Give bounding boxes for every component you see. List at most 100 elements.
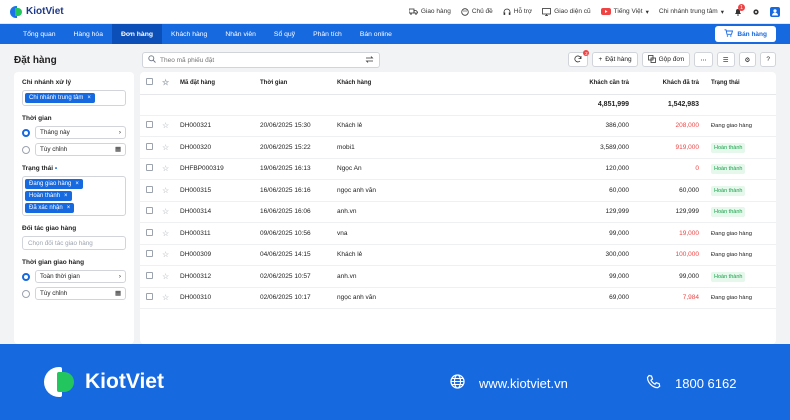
- col-customer[interactable]: Khách hàng: [337, 72, 447, 95]
- refresh-button[interactable]: 2: [568, 50, 590, 67]
- nav-item-analytics[interactable]: Phân tích: [304, 24, 351, 44]
- row-checkbox[interactable]: [146, 142, 153, 150]
- time-preset-radio[interactable]: [22, 128, 30, 137]
- table-row[interactable]: ☆ DH000321 20/06/2025 15:30 Khách lẻ 386,000…: [140, 115, 776, 137]
- time-custom-radio[interactable]: [22, 145, 30, 154]
- order-code[interactable]: DH000311: [180, 222, 260, 245]
- branch-select[interactable]: Chi nhánh trung tâm ▾: [659, 8, 724, 16]
- monitor-icon: [542, 7, 552, 16]
- sell-button[interactable]: Bán hàng: [715, 26, 776, 42]
- language-select[interactable]: Tiếng Việt ▾: [600, 8, 649, 16]
- delivery-preset-select[interactable]: Toàn thời gian ›: [35, 270, 126, 283]
- star-icon[interactable]: ☆: [162, 250, 169, 259]
- row-checkbox[interactable]: [146, 271, 153, 279]
- order-code[interactable]: DH000310: [180, 287, 260, 309]
- row-checkbox[interactable]: [146, 293, 153, 301]
- star-icon[interactable]: ☆: [162, 293, 169, 302]
- star-icon[interactable]: ☆: [162, 186, 169, 195]
- merge-order-button[interactable]: Gộp đơn: [641, 52, 691, 67]
- nav-item-cashbook[interactable]: Sổ quỹ: [265, 24, 304, 44]
- close-icon[interactable]: ×: [67, 205, 71, 211]
- nav-item-overview[interactable]: Tổng quan: [14, 24, 65, 44]
- old-ui-link[interactable]: Giao diện cũ: [542, 7, 591, 16]
- time-custom-picker[interactable]: Tùy chỉnh ▦: [35, 143, 126, 156]
- footer-phone[interactable]: 1800 6162: [646, 374, 736, 392]
- row-checkbox[interactable]: [146, 207, 153, 215]
- order-code[interactable]: DH000320: [180, 136, 260, 159]
- columns-button[interactable]: ☰: [716, 52, 735, 67]
- star-icon[interactable]: ☆: [162, 78, 169, 87]
- partner-input[interactable]: Chọn đối tác giao hàng: [22, 236, 126, 250]
- add-order-button[interactable]: + Đặt hàng: [592, 52, 638, 67]
- table-row[interactable]: ☆ DH000310 02/06/2025 10:17 ngọc anh văn 69,…: [140, 287, 776, 309]
- delivery-custom-radio[interactable]: [22, 289, 30, 298]
- star-header: ☆: [154, 72, 180, 95]
- star-icon[interactable]: ☆: [162, 143, 169, 152]
- settings-button[interactable]: [752, 8, 760, 16]
- star-icon[interactable]: ☆: [162, 207, 169, 216]
- phone-text: 1800 6162: [675, 375, 737, 391]
- delivery-link[interactable]: Giao hàng: [408, 8, 451, 15]
- col-time[interactable]: Thời gian: [260, 72, 337, 95]
- nav-item-orders[interactable]: Đơn hàng: [112, 24, 163, 44]
- table-settings-button[interactable]: ⚙: [738, 52, 757, 67]
- table-row[interactable]: ☆ DH000309 04/06/2025 14:15 Khách lẻ 300,000…: [140, 244, 776, 266]
- logo[interactable]: KiotViet: [10, 5, 64, 18]
- table-row[interactable]: ☆ DH000314 16/06/2025 16:06 anh.vn 129,999 12…: [140, 201, 776, 223]
- col-code[interactable]: Mã đặt hàng: [180, 72, 260, 95]
- col-paid[interactable]: Khách đã trả: [637, 72, 707, 95]
- nav-item-online-sales[interactable]: Bán online: [351, 24, 401, 44]
- row-star-cell: ☆: [154, 136, 180, 159]
- star-icon[interactable]: ☆: [162, 121, 169, 130]
- branch-tagbox[interactable]: Chi nhánh trung tâm ×: [22, 90, 126, 106]
- help-button[interactable]: ?: [760, 52, 776, 67]
- row-checkbox[interactable]: [146, 228, 153, 236]
- support-link[interactable]: Hỗ trợ: [503, 8, 532, 16]
- close-icon[interactable]: ×: [87, 95, 91, 101]
- search-box[interactable]: [142, 52, 380, 68]
- order-code[interactable]: DH000312: [180, 265, 260, 288]
- time-preset-select[interactable]: Tháng này ›: [35, 126, 126, 139]
- order-code[interactable]: DHFBP000319: [180, 158, 260, 180]
- col-status[interactable]: Trạng thái: [707, 72, 776, 95]
- search-input[interactable]: [160, 56, 361, 64]
- theme-link[interactable]: Chủ đề: [461, 7, 493, 16]
- filter-swap-icon[interactable]: [365, 55, 374, 65]
- order-status-cell: Hoàn thành: [707, 179, 776, 202]
- row-checkbox[interactable]: [146, 164, 153, 172]
- delivery-preset-radio[interactable]: [22, 272, 30, 281]
- select-all-checkbox[interactable]: [146, 78, 153, 86]
- table-row[interactable]: ☆ DH000312 02/06/2025 10:57 anh.vn 99,000 99,…: [140, 265, 776, 288]
- order-code[interactable]: DH000309: [180, 244, 260, 266]
- delivery-custom-picker[interactable]: Tùy chỉnh ▦: [35, 287, 126, 300]
- more-button[interactable]: ⋯: [694, 52, 713, 67]
- user-avatar[interactable]: [770, 6, 780, 17]
- table-row[interactable]: ☆ DHFBP000319 19/06/2025 16:13 Ngọc An 120,0…: [140, 158, 776, 180]
- table-row[interactable]: ☆ DH000320 20/06/2025 15:22 mobi1 3,589,000 9…: [140, 136, 776, 159]
- nav-item-products[interactable]: Hàng hóa: [65, 24, 112, 44]
- col-need[interactable]: Khách cần trả: [447, 72, 637, 95]
- close-icon[interactable]: ×: [64, 193, 68, 199]
- nav-item-customers[interactable]: Khách hàng: [162, 24, 216, 44]
- close-icon[interactable]: ×: [75, 181, 79, 187]
- promo-footer: KiotViet www.kiotviet.vn 1800 6162: [0, 344, 790, 420]
- star-icon[interactable]: ☆: [162, 229, 169, 238]
- order-code[interactable]: DH000321: [180, 115, 260, 137]
- order-need: 129,999: [447, 201, 637, 223]
- notification-button[interactable]: 1: [734, 4, 745, 16]
- nav-item-staff[interactable]: Nhân viên: [216, 24, 265, 44]
- row-checkbox[interactable]: [146, 121, 153, 129]
- refresh-icon: [574, 55, 582, 65]
- row-checkbox[interactable]: [146, 185, 153, 193]
- row-checkbox[interactable]: [146, 250, 153, 258]
- status-badge: Đang giao hàng: [711, 123, 752, 130]
- order-code[interactable]: DH000315: [180, 179, 260, 202]
- row-star-cell: ☆: [154, 222, 180, 245]
- status-tagbox[interactable]: Đang giao hàng × Hoàn thành × Đã xác nhận ×: [22, 176, 126, 216]
- table-row[interactable]: ☆ DH000315 16/06/2025 16:16 ngọc anh văn 60,…: [140, 179, 776, 202]
- footer-website[interactable]: www.kiotviet.vn: [450, 374, 568, 392]
- order-code[interactable]: DH000314: [180, 201, 260, 223]
- star-icon[interactable]: ☆: [162, 272, 169, 281]
- star-icon[interactable]: ☆: [162, 164, 169, 173]
- table-row[interactable]: ☆ DH000311 09/06/2025 10:56 vna 99,000 19,000…: [140, 222, 776, 245]
